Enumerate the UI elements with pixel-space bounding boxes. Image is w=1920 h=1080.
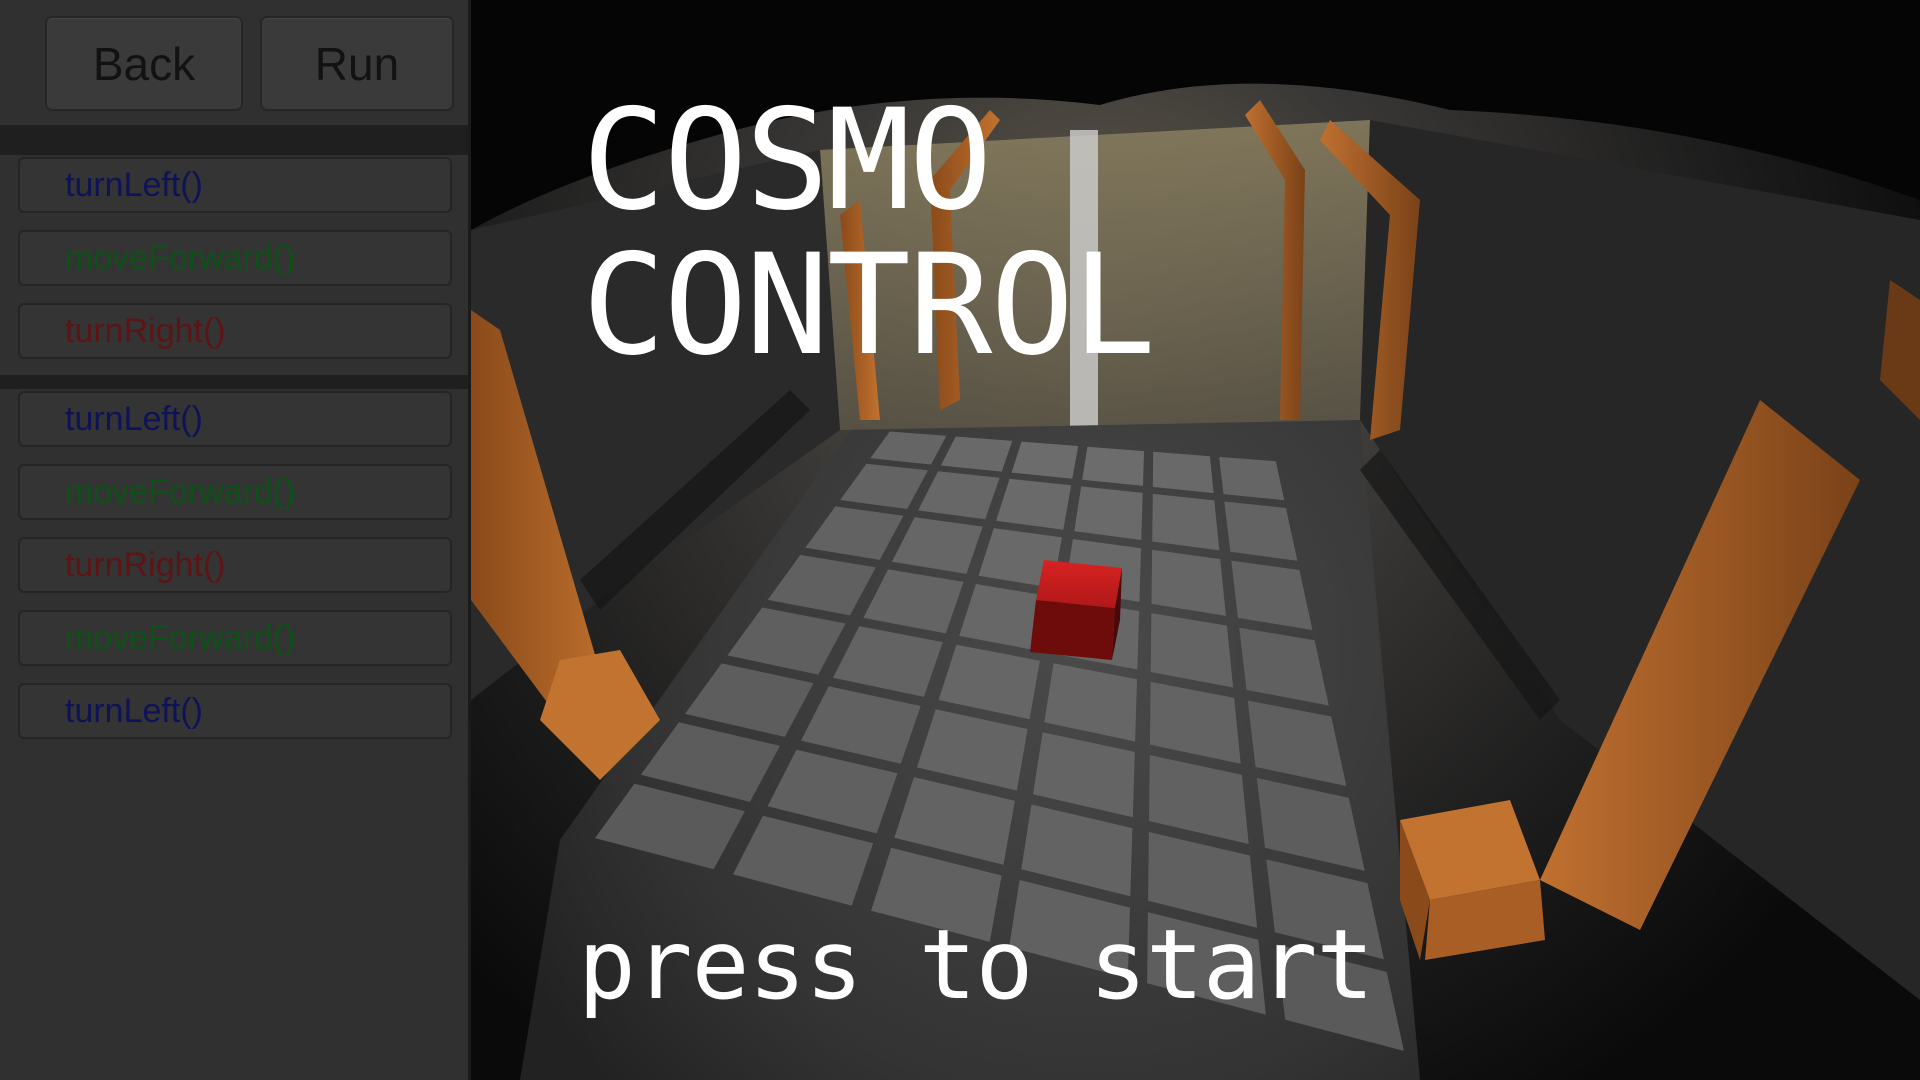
board-tile — [1152, 451, 1214, 494]
program-step[interactable]: turnLeft() — [18, 391, 452, 447]
board-tile — [1152, 493, 1220, 551]
board-tile — [1082, 446, 1144, 486]
code-panel: Back Run turnLeft() moveForward() turnRi… — [0, 0, 471, 1080]
back-button[interactable]: Back — [45, 16, 243, 111]
board-tile — [1074, 486, 1143, 540]
command-palette: turnLeft() moveForward() turnRight() — [18, 157, 452, 376]
program-step[interactable]: moveForward() — [18, 464, 452, 520]
program-step[interactable]: turnRight() — [18, 537, 452, 593]
program-step[interactable]: moveForward() — [18, 610, 452, 666]
player-cube — [1030, 560, 1122, 660]
program-step[interactable]: turnLeft() — [18, 683, 452, 739]
board-tile — [996, 478, 1072, 530]
board-tile — [1011, 441, 1079, 479]
command-move-forward[interactable]: moveForward() — [18, 230, 452, 286]
game-screen: Back Run turnLeft() moveForward() turnRi… — [0, 0, 1920, 1080]
command-turn-right[interactable]: turnRight() — [18, 303, 452, 359]
run-button[interactable]: Run — [260, 16, 454, 111]
start-prompt[interactable]: press to start — [578, 915, 1374, 1015]
command-turn-left[interactable]: turnLeft() — [18, 157, 452, 213]
panel-divider — [0, 375, 468, 389]
program-list: turnLeft() moveForward() turnRight() mov… — [18, 391, 452, 756]
board-tile — [1219, 456, 1285, 501]
panel-divider — [0, 125, 468, 155]
